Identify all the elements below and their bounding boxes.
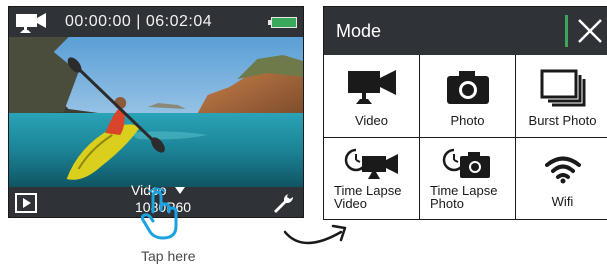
mode-label: Time Lapse Photo: [430, 183, 498, 211]
playback-button[interactable]: [15, 193, 37, 213]
close-icon[interactable]: [576, 17, 604, 45]
mode-menu-header: Mode: [324, 7, 607, 55]
mode-menu: Mode Video Photo Burst Photo Time Lapse …: [323, 6, 607, 220]
elapsed-time: 00:00:00: [65, 13, 132, 30]
photo-camera-icon: [446, 71, 489, 104]
time-separator: |: [136, 13, 141, 30]
mode-option-time-lapse-photo[interactable]: Time Lapse Photo: [420, 138, 516, 220]
remaining-time: 06:02:04: [145, 13, 213, 30]
time-lapse-photo-icon: [442, 148, 490, 178]
tap-hand-icon: [140, 187, 178, 240]
mode-label: Wifi: [551, 194, 574, 209]
play-icon: [23, 198, 31, 208]
mode-label: Video: [354, 113, 388, 128]
time-lapse-video-icon: [344, 148, 398, 179]
mode-option-burst-photo[interactable]: Burst Photo: [516, 55, 607, 138]
mode-label: Photo: [450, 113, 485, 128]
timecode: 00:00:00 | 06:02:04: [65, 13, 212, 31]
mode-option-photo[interactable]: Photo: [420, 55, 516, 138]
header-separator: [565, 15, 568, 47]
video-camera-icon: [16, 13, 46, 33]
battery-icon: [268, 17, 297, 28]
mode-label: Burst Photo: [528, 113, 597, 128]
wifi-icon: [544, 156, 581, 184]
mode-grid: Video Photo Burst Photo Time Lapse Video…: [324, 55, 607, 220]
mode-option-video[interactable]: Video: [324, 55, 420, 138]
camera-status-bar: 00:00:00 | 06:02:04: [9, 7, 303, 37]
mode-menu-title: Mode: [336, 21, 382, 41]
mode-option-time-lapse-video[interactable]: Time Lapse Video: [324, 138, 420, 220]
tap-here-caption: Tap here: [141, 248, 196, 264]
kayak-preview-image: [9, 37, 303, 187]
curved-arrow-icon: [283, 224, 347, 245]
mode-label: Time Lapse Video: [334, 183, 402, 211]
mode-option-wifi[interactable]: Wifi: [516, 138, 607, 220]
video-camera-icon: [347, 70, 396, 104]
wrench-icon[interactable]: [271, 191, 295, 215]
burst-photo-icon: [540, 69, 585, 107]
